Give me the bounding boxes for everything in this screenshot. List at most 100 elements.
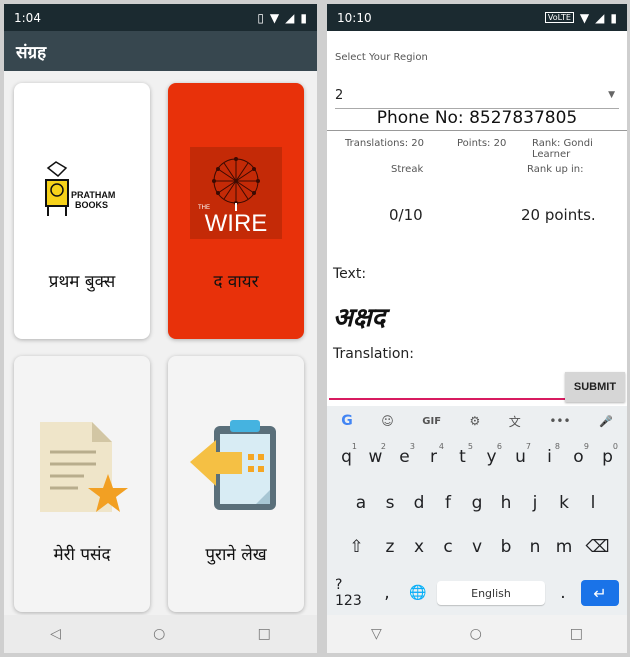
home-icon[interactable]: ○ — [470, 626, 482, 642]
key-label: p — [602, 447, 613, 467]
region-label: Select Your Region — [335, 52, 428, 63]
clipboard-import-icon — [168, 416, 304, 516]
logo-text-books: BOOKS — [75, 200, 108, 210]
key-u[interactable]: u7 — [506, 440, 535, 474]
key-o[interactable]: o9 — [564, 440, 593, 474]
right-phone-screen: 10:10 VoLTE ▼ ◢ ▮ Select Your Region 2 ▼… — [327, 4, 627, 653]
key-s[interactable]: s — [376, 486, 405, 520]
enter-key[interactable]: ↵ — [581, 580, 619, 606]
card-title: पुराने लेख — [205, 545, 267, 565]
google-icon[interactable]: G — [341, 413, 353, 429]
card-title: द वायर — [213, 272, 259, 292]
key-g[interactable]: g — [463, 486, 492, 520]
key-k[interactable]: k — [550, 486, 579, 520]
card-pratham-books[interactable]: PRATHAM BOOKS प्रथम बुक्स — [14, 83, 150, 339]
recents-icon[interactable]: □ — [570, 626, 583, 642]
streak-label: Streak — [391, 164, 424, 175]
key-j[interactable]: j — [521, 486, 550, 520]
key-c[interactable]: c — [434, 530, 463, 564]
source-word: अक्षद — [333, 303, 386, 333]
region-select[interactable]: 2 ▼ — [335, 82, 619, 109]
phone-number: Phone No: 8527837805 — [376, 108, 578, 128]
key-i[interactable]: i8 — [535, 440, 564, 474]
microphone-icon[interactable]: 🎤 — [599, 415, 613, 428]
key-label: o — [573, 447, 584, 467]
divider — [327, 130, 627, 131]
key-f[interactable]: f — [434, 486, 463, 520]
document-star-icon — [14, 416, 150, 516]
streak-value: 0/10 — [389, 206, 423, 224]
card-the-wire[interactable]: THE WIRE द वायर — [168, 83, 304, 339]
settings-icon[interactable]: ⚙ — [470, 414, 481, 428]
key-number-hint: 6 — [496, 442, 502, 451]
dropdown-caret-icon: ▼ — [608, 90, 615, 100]
key-l[interactable]: l — [579, 486, 608, 520]
points-count: Points: 20 — [457, 138, 507, 149]
wifi-icon: ▼ — [579, 10, 590, 25]
backspace-icon[interactable]: ⌫ — [579, 530, 617, 564]
rank-label: Rank: Gondi Learner — [532, 138, 593, 160]
translation-input[interactable] — [329, 374, 565, 400]
translate-icon[interactable]: 文 — [509, 413, 521, 430]
key-v[interactable]: v — [463, 530, 492, 564]
shift-icon[interactable]: ⇧ — [338, 530, 376, 564]
key-a[interactable]: a — [347, 486, 376, 520]
space-key[interactable]: English — [437, 581, 545, 605]
status-icons: ▯ ▼ ◢ ▮ — [257, 11, 307, 25]
text-label: Text: — [333, 266, 367, 282]
recents-icon[interactable]: □ — [258, 626, 271, 642]
period-key[interactable]: . — [551, 576, 575, 610]
key-m[interactable]: m — [550, 530, 579, 564]
vibrate-icon: ▯ — [257, 10, 264, 25]
volte-badge: VoLTE — [544, 12, 574, 23]
key-t[interactable]: t5 — [448, 440, 477, 474]
on-screen-keyboard: G ☺ GIF ⚙ 文 ••• 🎤 q1w2e3r4t5y6u7i8o9p0 a… — [327, 406, 627, 615]
collection-grid: PRATHAM BOOKS प्रथम बुक्स THE WIRE द वाय… — [4, 71, 317, 615]
signal-icon: ◢ — [285, 10, 295, 25]
more-icon[interactable]: ••• — [549, 414, 570, 428]
keyboard-row-3: ⇧ z x c v b n m ⌫ — [327, 530, 627, 564]
key-label: q — [341, 447, 352, 467]
key-label: u — [515, 447, 526, 467]
key-x[interactable]: x — [405, 530, 434, 564]
status-bar: 10:10 VoLTE ▼ ◢ ▮ — [327, 4, 627, 31]
back-icon[interactable]: ◁ — [50, 626, 61, 642]
rankup-label: Rank up in: — [527, 164, 584, 175]
key-p[interactable]: p0 — [593, 440, 622, 474]
key-label: t — [459, 447, 466, 467]
key-y[interactable]: y6 — [477, 440, 506, 474]
globe-icon[interactable]: 🌐 — [405, 576, 431, 610]
key-d[interactable]: d — [405, 486, 434, 520]
key-q[interactable]: q1 — [332, 440, 361, 474]
card-title: प्रथम बुक्स — [48, 272, 116, 292]
card-title: मेरी पसंद — [53, 545, 111, 565]
comma-key[interactable]: , — [375, 576, 399, 610]
logo-text-pratham: PRATHAM — [71, 190, 115, 200]
status-time: 1:04 — [14, 10, 41, 25]
key-w[interactable]: w2 — [361, 440, 390, 474]
keyboard-row-2: asdfghjkl — [327, 486, 627, 520]
key-e[interactable]: e3 — [390, 440, 419, 474]
card-my-favorites[interactable]: मेरी पसंद — [14, 356, 150, 612]
key-b[interactable]: b — [492, 530, 521, 564]
sticker-icon[interactable]: ☺ — [381, 414, 394, 428]
logo-text-wire: WIRE — [205, 210, 268, 237]
key-number-hint: 7 — [525, 442, 531, 451]
back-icon[interactable]: ▽ — [371, 626, 382, 642]
key-label: i — [547, 447, 552, 467]
key-z[interactable]: z — [376, 530, 405, 564]
submit-button[interactable]: SUBMIT — [565, 372, 625, 402]
gif-icon[interactable]: GIF — [422, 416, 441, 427]
key-r[interactable]: r4 — [419, 440, 448, 474]
symbols-key[interactable]: ?123 — [335, 576, 369, 610]
page-title: संग्रह — [16, 42, 47, 63]
status-time: 10:10 — [337, 10, 372, 25]
key-h[interactable]: h — [492, 486, 521, 520]
home-icon[interactable]: ○ — [153, 626, 165, 642]
key-n[interactable]: n — [521, 530, 550, 564]
signal-icon: ◢ — [595, 10, 605, 25]
key-number-hint: 0 — [612, 442, 618, 451]
card-old-articles[interactable]: पुराने लेख — [168, 356, 304, 612]
key-number-hint: 8 — [554, 442, 560, 451]
translations-count: Translations: 20 — [345, 138, 424, 149]
